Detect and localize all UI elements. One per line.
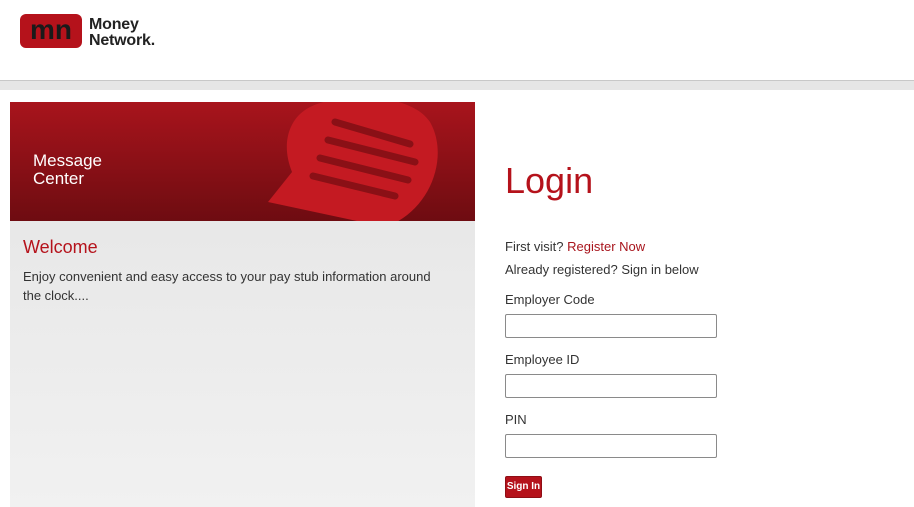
banner-title: Message Center bbox=[33, 151, 102, 188]
pin-input[interactable] bbox=[505, 434, 717, 458]
employee-id-input[interactable] bbox=[505, 374, 717, 398]
mn-logo-icon: mn bbox=[20, 14, 82, 48]
welcome-text: Enjoy convenient and easy access to your… bbox=[23, 269, 431, 303]
register-now-link[interactable]: Register Now bbox=[567, 239, 645, 254]
first-visit-line: First visit? Register Now bbox=[505, 238, 645, 256]
pin-label: PIN bbox=[505, 412, 527, 427]
employer-code-label: Employer Code bbox=[505, 292, 595, 307]
money-network-logo[interactable]: mn Money Network. bbox=[19, 12, 169, 52]
already-registered-text: Already registered? Sign in below bbox=[505, 262, 699, 277]
message-center-panel: Message Center Welcome Enjoy convenient … bbox=[10, 102, 475, 507]
header-divider bbox=[0, 80, 914, 90]
first-visit-text: First visit? bbox=[505, 239, 564, 254]
site-header: mn Money Network. bbox=[0, 0, 914, 80]
sign-in-button[interactable]: Sign In bbox=[505, 476, 542, 498]
login-heading: Login bbox=[505, 160, 594, 201]
svg-text:mn: mn bbox=[30, 14, 72, 45]
logo-line-1: Money bbox=[89, 16, 139, 33]
employee-id-label: Employee ID bbox=[505, 352, 580, 367]
welcome-heading: Welcome bbox=[23, 237, 98, 257]
message-center-banner: Message Center bbox=[10, 102, 475, 221]
logo-line-2: Network. bbox=[89, 32, 155, 49]
employer-code-input[interactable] bbox=[505, 314, 717, 338]
logo-wordmark: Money Network. bbox=[89, 17, 179, 49]
